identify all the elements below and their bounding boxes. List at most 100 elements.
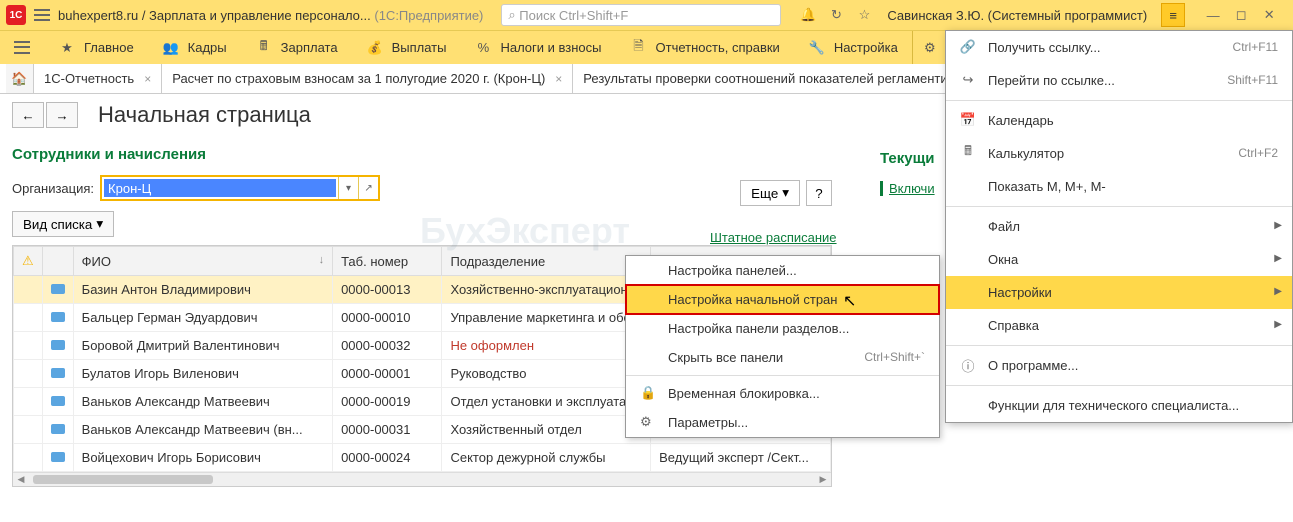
section-vyplaty[interactable]: 💰Выплаты (352, 31, 461, 64)
chevron-right-icon: ▶ (1274, 253, 1282, 264)
col-tabnum[interactable]: Таб. номер (333, 247, 442, 276)
chevron-down-icon: ▾ (782, 185, 789, 201)
svc-item[interactable]: 🔗Получить ссылку...Ctrl+F11 (946, 31, 1292, 64)
service-menu-button[interactable]: ≡ (1161, 3, 1185, 27)
app-logo: 1C (6, 5, 26, 25)
cell-dept: Хозяйственно-эксплуатационно (442, 276, 651, 304)
gear-icon: ⚙ (921, 39, 939, 57)
star-icon: ★ (58, 39, 76, 57)
cell-tab: 0000-00031 (333, 416, 442, 444)
section-settings[interactable]: 🔧Настройка (794, 31, 912, 64)
dropdown-icon[interactable]: ▾ (338, 177, 358, 199)
close-icon[interactable]: × (555, 72, 562, 86)
open-ref-icon[interactable]: ↗ (358, 177, 378, 199)
money-icon: 💰 (366, 39, 384, 57)
link-staff-schedule[interactable]: Штатное расписание (710, 230, 837, 245)
svc-item[interactable]: Функции для технического специалиста... (946, 389, 1292, 422)
svc-item[interactable]: Настройки▶ (946, 276, 1292, 309)
view-mode-button[interactable]: Вид списка ▾ (12, 211, 114, 237)
ctx-item[interactable]: 🔒Временная блокировка... (626, 379, 939, 408)
ctx-item[interactable]: Настройка панелей... (626, 256, 939, 285)
employee-icon (51, 424, 65, 434)
chevron-right-icon: ▶ (1274, 286, 1282, 297)
scroll-right-icon[interactable]: ▶ (815, 473, 831, 486)
close-icon[interactable]: × (144, 72, 151, 86)
service-menu: 🔗Получить ссылку...Ctrl+F11↪Перейти по с… (945, 30, 1293, 423)
cell-fio: Базин Антон Владимирович (73, 276, 332, 304)
search-icon: ⌕ (508, 7, 515, 23)
calc-icon: 🖩 (255, 39, 273, 57)
chevron-right-icon: ▶ (1274, 220, 1282, 231)
global-search-input[interactable]: ⌕ Поиск Ctrl+Shift+F (501, 4, 781, 26)
org-input[interactable] (104, 179, 336, 197)
section-zarplata[interactable]: 🖩Зарплата (241, 31, 352, 64)
calendar-icon: 📅 (960, 112, 976, 128)
employee-icon (51, 340, 65, 350)
favorites-icon[interactable]: ☆ (855, 6, 873, 24)
section-reports[interactable]: 🗎Отчетность, справки (616, 31, 794, 64)
svc-item[interactable]: Файл▶ (946, 210, 1292, 243)
tab-results[interactable]: Результаты проверки соотношений показате… (573, 64, 966, 93)
history-icon[interactable]: ↻ (827, 6, 845, 24)
svc-item[interactable]: Показать M, M+, M- (946, 170, 1292, 203)
col-dept[interactable]: Подразделение (442, 247, 651, 276)
ctx-item[interactable]: Настройка начальной стран (626, 285, 939, 314)
help-button[interactable]: ? (806, 180, 832, 206)
employee-icon (51, 284, 65, 294)
ctx-item[interactable]: ⚙Параметры... (626, 408, 939, 437)
more-button[interactable]: Еще ▾ (740, 180, 800, 206)
cell-dept: Руководство (442, 360, 651, 388)
col-warning[interactable]: ⚠ (14, 247, 43, 276)
svc-item[interactable]: ⓘО программе... (946, 349, 1292, 382)
org-combo[interactable]: ▾ ↗ (100, 175, 380, 201)
main-menu-icon[interactable] (34, 7, 50, 23)
cell-fio: Войцехович Игорь Борисович (73, 444, 332, 472)
cell-dept: Сектор дежурной службы (442, 444, 651, 472)
chevron-down-icon: ▾ (96, 216, 103, 232)
maximize-button[interactable]: ◻ (1231, 5, 1251, 25)
col-fio[interactable]: ФИО↓ (73, 247, 332, 276)
link-enable[interactable]: Включи (880, 181, 935, 196)
cell-tab: 0000-00001 (333, 360, 442, 388)
doc-icon: 🗎 (630, 39, 648, 57)
cell-fio: Боровой Дмитрий Валентинович (73, 332, 332, 360)
goto-icon: ↪ (960, 72, 976, 88)
employee-icon (51, 312, 65, 322)
nav-back-button[interactable]: ← (12, 102, 44, 128)
section-gear[interactable]: ⚙ (912, 31, 947, 64)
horizontal-scrollbar[interactable]: ◀ ▶ (13, 472, 831, 486)
gear-icon: ⚙ (640, 414, 656, 430)
cell-tab: 0000-00024 (333, 444, 442, 472)
section-kadry[interactable]: 👥Кадры (148, 31, 241, 64)
ctx-item[interactable]: Настройка панели разделов... (626, 314, 939, 343)
close-button[interactable]: ✕ (1259, 5, 1279, 25)
section-nalogi[interactable]: %Налоги и взносы (460, 31, 615, 64)
svc-item[interactable]: 🖩КалькуляторCtrl+F2 (946, 137, 1292, 170)
tab-1c-reporting[interactable]: 1С-Отчетность× (34, 64, 162, 93)
employee-icon (51, 452, 65, 462)
burger-sections[interactable] (0, 31, 44, 64)
wrench-icon: 🔧 (808, 39, 826, 57)
ctx-item[interactable]: Скрыть все панелиCtrl+Shift+` (626, 343, 939, 372)
section-main[interactable]: ★Главное (44, 31, 148, 64)
scroll-thumb[interactable] (33, 475, 213, 484)
tab-raschet[interactable]: Расчет по страховым взносам за 1 полугод… (162, 64, 573, 93)
svc-item[interactable]: Справка▶ (946, 309, 1292, 342)
bell-icon[interactable]: 🔔 (799, 6, 817, 24)
svc-item[interactable]: 📅Календарь (946, 104, 1292, 137)
employee-icon (51, 368, 65, 378)
nav-forward-button[interactable]: → (46, 102, 78, 128)
cell-fio: Ваньков Александр Матвеевич (73, 388, 332, 416)
scroll-left-icon[interactable]: ◀ (13, 473, 29, 486)
cell-dept: Не оформлен (442, 332, 651, 360)
minimize-button[interactable]: — (1203, 5, 1223, 25)
cell-fio: Булатов Игорь Виленович (73, 360, 332, 388)
svc-item[interactable]: Окна▶ (946, 243, 1292, 276)
table-row[interactable]: Войцехович Игорь Борисович0000-00024Сект… (14, 444, 831, 472)
cell-extra: Ведущий эксперт /Сект... (651, 444, 831, 472)
org-label: Организация: (12, 181, 94, 196)
employee-icon (51, 396, 65, 406)
svc-item[interactable]: ↪Перейти по ссылке...Shift+F11 (946, 64, 1292, 97)
cell-dept: Управление маркетинга и обсл (442, 304, 651, 332)
home-tab[interactable]: 🏠 (6, 64, 34, 93)
